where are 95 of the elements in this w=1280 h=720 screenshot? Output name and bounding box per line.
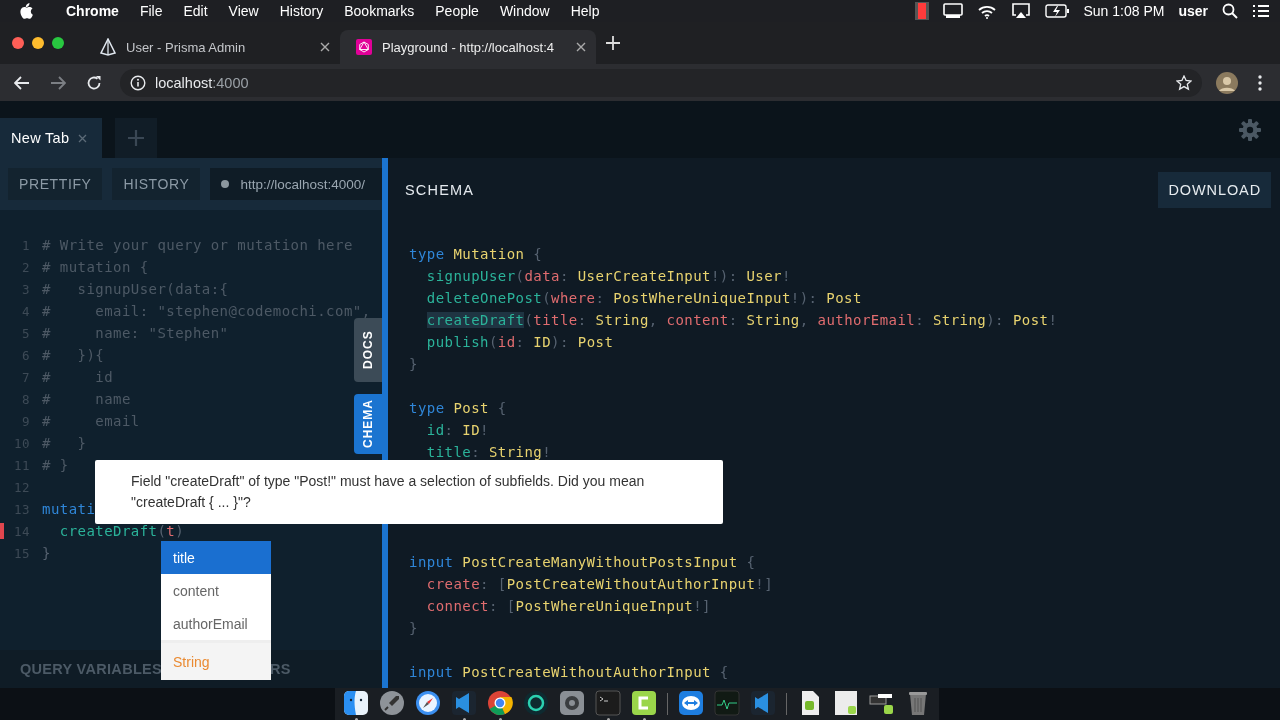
back-arrow-icon[interactable]	[14, 75, 30, 90]
code-line: # }){	[42, 347, 105, 363]
code-line: mutati	[42, 501, 96, 517]
list-icon[interactable]	[1252, 4, 1270, 18]
avatar-icon[interactable]	[1216, 71, 1238, 94]
code-line: # name	[42, 391, 131, 407]
menu-item[interactable]: File	[139, 3, 163, 19]
letter-app-icon[interactable]	[631, 690, 657, 716]
code-line: # email: "stephen@codemochi.com",	[42, 303, 371, 319]
hexagon-logo-icon	[356, 39, 372, 55]
url-text: localhost:4000	[155, 74, 250, 91]
code-line: publish(id: ID): Post	[425, 334, 614, 350]
film-strip-icon[interactable]	[915, 2, 930, 20]
toolbar-button[interactable]: PRETTIFY	[8, 168, 103, 200]
code-line: create: [PostCreateWithoutAuthorInput!]	[425, 576, 774, 592]
menu-item[interactable]: People	[435, 3, 479, 19]
document-icon[interactable]	[833, 690, 859, 716]
error-tooltip: Field "createDraft" of type "Post!" must have a selection of subfields. Did you mean "createDraft { ... }"?	[95, 460, 723, 524]
gear-icon[interactable]	[559, 690, 585, 716]
side-tab[interactable]: DOCS	[354, 318, 382, 382]
clock[interactable]: Sun 1:08 PM	[1083, 3, 1165, 19]
finder-icon[interactable]	[343, 690, 369, 716]
code-line: }	[42, 545, 51, 561]
close-icon[interactable]	[576, 42, 586, 52]
battery-charging-icon[interactable]	[1045, 4, 1070, 18]
code-line: # }	[42, 435, 87, 451]
browser-tab[interactable]: Playground - http://localhost:4	[340, 30, 596, 64]
close-icon[interactable]	[320, 42, 330, 52]
code-line: id: ID!	[425, 422, 489, 438]
star-icon[interactable]	[1176, 74, 1192, 91]
panel-title: SCHEMA	[405, 182, 476, 198]
suggestion-item[interactable]: authorEmail	[161, 607, 271, 640]
triangle-icon	[100, 38, 116, 56]
menu-item[interactable]: Bookmarks	[344, 3, 415, 19]
download-button[interactable]: DOWNLOAD	[1158, 172, 1271, 208]
airplay-icon[interactable]	[1011, 3, 1032, 19]
browser-icon[interactable]	[487, 690, 513, 716]
activity-monitor-icon[interactable]	[714, 690, 740, 716]
code-line: signupUser(data: UserCreateInput!): User!	[425, 268, 791, 284]
menu-item[interactable]: View	[228, 3, 259, 19]
code-line: # mutation {	[42, 259, 149, 275]
plus-icon	[128, 130, 144, 146]
code-line: }	[409, 356, 418, 372]
code-editor-icon[interactable]	[750, 690, 776, 716]
menu-item[interactable]: Edit	[183, 3, 208, 19]
code-editor-icon[interactable]	[451, 690, 477, 716]
display-icon[interactable]	[943, 3, 964, 19]
user-name[interactable]: user	[1178, 3, 1208, 19]
code-line: # name: "Stephen"	[42, 325, 229, 341]
suggestion-item[interactable]: title	[161, 541, 271, 574]
new-tab-icon[interactable]	[606, 36, 620, 50]
code-line: input PostCreateWithoutAuthorInput {	[409, 664, 729, 680]
menu-item[interactable]: Window	[499, 3, 550, 19]
code-line: }	[409, 620, 418, 636]
code-line: createDraft(t)	[58, 523, 185, 539]
menu-item[interactable]: Help	[570, 3, 600, 19]
forward-arrow-icon[interactable]	[50, 75, 66, 90]
side-tab[interactable]: CHEMA	[354, 394, 382, 454]
reload-icon[interactable]	[86, 74, 102, 91]
compass-icon[interactable]	[415, 690, 441, 716]
ring-app-icon[interactable]	[523, 690, 549, 716]
terminal-icon[interactable]	[595, 690, 621, 716]
app-name[interactable]: Chrome	[66, 3, 119, 19]
code-line: input PostCreateManyWithoutPostsInput {	[409, 554, 756, 570]
window-zoom-button[interactable]	[52, 37, 64, 49]
code-line: # Write your query or mutation here	[42, 237, 353, 253]
window-minimize-button[interactable]	[32, 37, 44, 49]
code-line: title: String!	[425, 444, 552, 460]
settings-icon[interactable]	[1239, 118, 1261, 141]
rocket-icon[interactable]	[379, 690, 405, 716]
code-line: createDraft(title: String, content: String, authorEmail: String): Post!	[425, 312, 1058, 328]
code-line: type Mutation {	[409, 246, 543, 262]
search-icon[interactable]	[1222, 3, 1238, 19]
type-hint: String	[161, 640, 271, 680]
more-menu-icon[interactable]	[1258, 74, 1262, 91]
code-line: # signupUser(data:{	[42, 281, 229, 297]
wifi-icon[interactable]	[977, 3, 998, 19]
menu-item[interactable]: History	[279, 3, 324, 19]
status-dot	[221, 180, 230, 188]
endpoint-field[interactable]: http://localhost:4000/	[210, 168, 382, 200]
info-icon	[130, 74, 146, 91]
code-line: connect: [PostWhereUniqueInput!]	[425, 598, 711, 614]
code-line: # id	[42, 369, 114, 385]
code-line: type Post {	[409, 400, 507, 416]
apple-icon	[19, 3, 33, 19]
browser-tab[interactable]: User - Prisma Admin	[84, 30, 340, 64]
code-line: deleteOnePost(where: PostWhereUniqueInput!): Post	[425, 290, 862, 306]
address-bar[interactable]: localhost:4000	[120, 68, 1202, 97]
suggestion-item[interactable]: content	[161, 574, 271, 607]
code-line: # }	[42, 457, 69, 473]
toolbar-button[interactable]: HISTORY	[112, 168, 201, 200]
window-close-button[interactable]	[12, 37, 24, 49]
arrows-icon[interactable]	[678, 690, 704, 716]
code-line: # email	[42, 413, 140, 429]
query-tab[interactable]: New Tab	[0, 118, 102, 158]
